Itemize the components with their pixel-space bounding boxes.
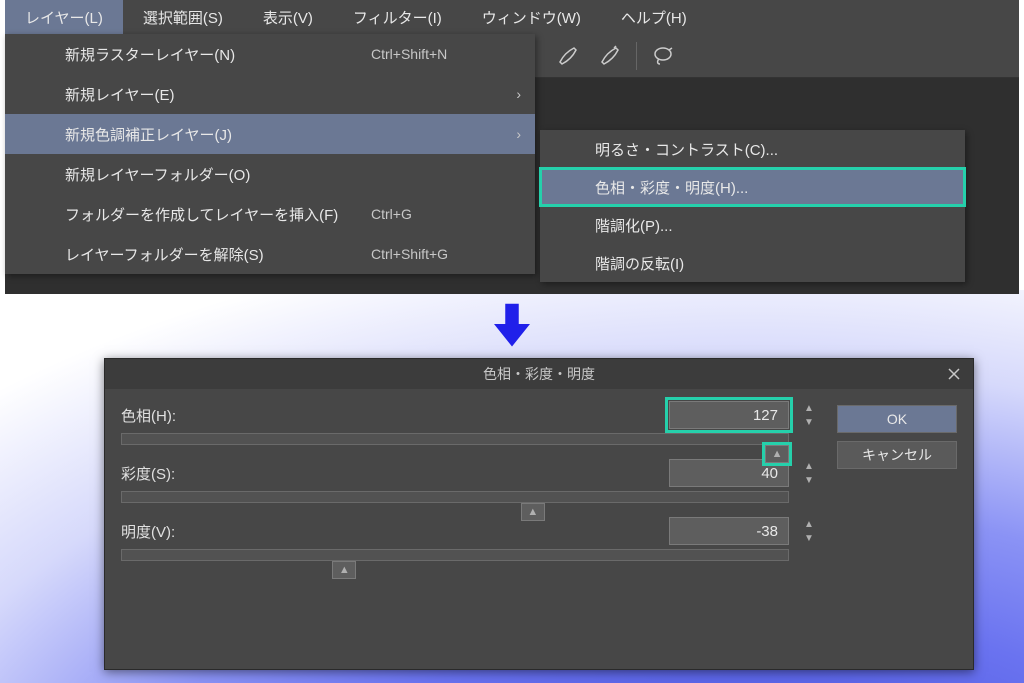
brush-edit-icon[interactable]: [594, 40, 626, 72]
menu-new-raster-layer[interactable]: 新規ラスターレイヤー(N) Ctrl+Shift+N: [5, 34, 535, 74]
saturation-input[interactable]: 40: [669, 459, 789, 487]
chevron-down-icon[interactable]: ▼: [799, 532, 819, 544]
submenu-invert[interactable]: 階調の反転(I): [540, 244, 965, 282]
hue-saturation-dialog: 色相・彩度・明度 色相(H): 127 ▲ ▼ ▲ 彩度(S):: [104, 358, 974, 670]
menu-selection[interactable]: 選択範囲(S): [123, 0, 243, 34]
saturation-spinner[interactable]: ▲ ▼: [799, 460, 819, 486]
chevron-right-icon: ›: [501, 86, 521, 102]
menu-new-adjustment-layer[interactable]: 新規色調補正レイヤー(J) ›: [5, 114, 535, 154]
saturation-label: 彩度(S):: [121, 463, 241, 484]
menu-layer[interactable]: レイヤー(L): [5, 0, 123, 34]
chevron-down-icon[interactable]: ▼: [799, 416, 819, 428]
cancel-button[interactable]: キャンセル: [837, 441, 957, 469]
lightness-label: 明度(V):: [121, 521, 241, 542]
menu-filter[interactable]: フィルター(I): [333, 0, 462, 34]
arrow-down-icon: [485, 297, 539, 354]
submenu-brightness-contrast[interactable]: 明るさ・コントラスト(C)...: [540, 130, 965, 168]
saturation-slider-handle[interactable]: ▲: [521, 503, 545, 521]
submenu-posterize[interactable]: 階調化(P)...: [540, 206, 965, 244]
lightness-slider[interactable]: [121, 549, 789, 561]
menu-window[interactable]: ウィンドウ(W): [462, 0, 601, 34]
chevron-up-icon[interactable]: ▲: [799, 518, 819, 530]
menu-create-folder-insert[interactable]: フォルダーを作成してレイヤーを挿入(F) Ctrl+G: [5, 194, 535, 234]
saturation-slider[interactable]: [121, 491, 789, 503]
chevron-up-icon[interactable]: ▲: [799, 460, 819, 472]
chevron-down-icon[interactable]: ▼: [799, 474, 819, 486]
hue-slider[interactable]: [121, 433, 789, 445]
dialog-title: 色相・彩度・明度: [105, 359, 973, 389]
lightness-spinner[interactable]: ▲ ▼: [799, 518, 819, 544]
hue-slider-handle[interactable]: ▲: [765, 445, 789, 463]
chevron-up-icon[interactable]: ▲: [799, 402, 819, 414]
hue-label: 色相(H):: [121, 405, 241, 426]
chevron-right-icon: ›: [501, 126, 521, 142]
lasso-icon[interactable]: [647, 40, 679, 72]
menubar: レイヤー(L) 選択範囲(S) 表示(V) フィルター(I) ウィンドウ(W) …: [5, 0, 1019, 34]
layer-dropdown: 新規ラスターレイヤー(N) Ctrl+Shift+N 新規レイヤー(E) › 新…: [5, 34, 535, 274]
submenu-hue-saturation[interactable]: 色相・彩度・明度(H)...: [540, 168, 965, 206]
lightness-slider-handle[interactable]: ▲: [332, 561, 356, 579]
menu-release-layer-folder[interactable]: レイヤーフォルダーを解除(S) Ctrl+Shift+G: [5, 234, 535, 274]
ok-button[interactable]: OK: [837, 405, 957, 433]
hue-input[interactable]: 127: [669, 401, 789, 429]
menu-new-layer-folder[interactable]: 新規レイヤーフォルダー(O): [5, 154, 535, 194]
toolbar-divider: [636, 42, 637, 70]
hue-spinner[interactable]: ▲ ▼: [799, 402, 819, 428]
adjustment-submenu: 明るさ・コントラスト(C)... 色相・彩度・明度(H)... 階調化(P)..…: [540, 130, 965, 282]
lightness-input[interactable]: -38: [669, 517, 789, 545]
menu-help[interactable]: ヘルプ(H): [601, 0, 707, 34]
brush-icon[interactable]: [552, 40, 584, 72]
close-button[interactable]: [935, 359, 973, 389]
menu-view[interactable]: 表示(V): [243, 0, 333, 34]
menu-new-layer[interactable]: 新規レイヤー(E) ›: [5, 74, 535, 114]
